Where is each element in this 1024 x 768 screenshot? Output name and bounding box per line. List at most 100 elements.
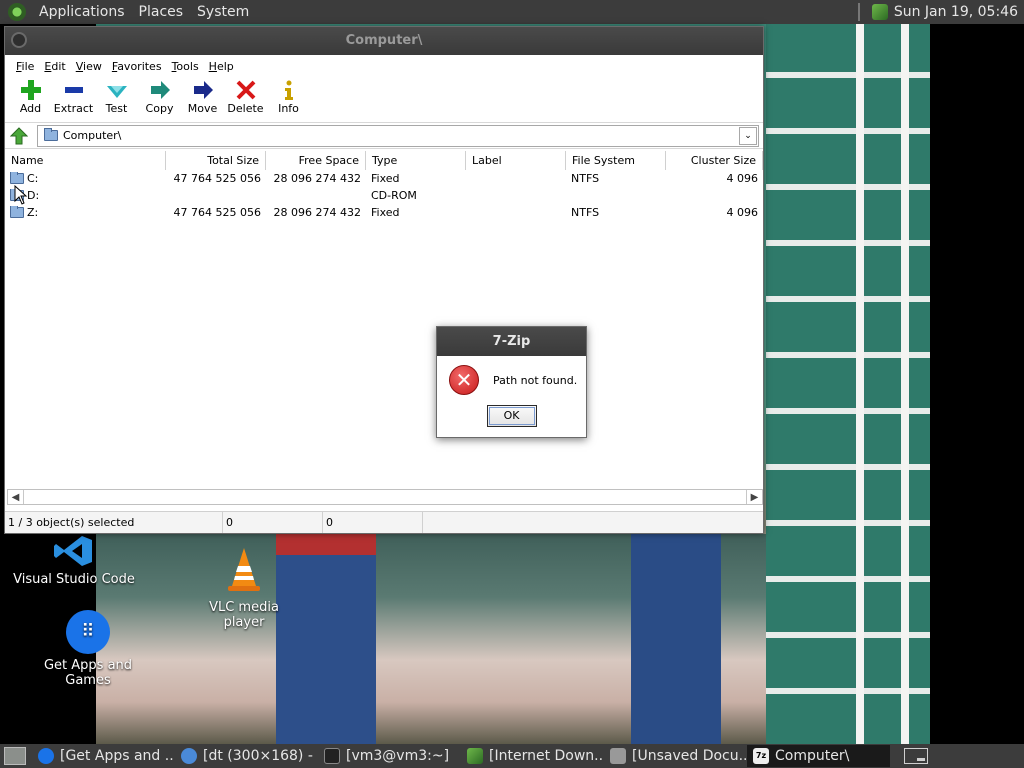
move-button[interactable]: Move — [181, 77, 224, 122]
cell-name: Z: — [27, 206, 39, 219]
toolbar-label: Extract — [53, 102, 94, 115]
table-row[interactable]: D: CD-ROM — [5, 187, 763, 204]
error-dialog: 7-Zip ✕ Path not found. OK — [436, 326, 587, 438]
desktop-icon-vlc[interactable]: VLC media player — [188, 546, 300, 630]
list-header: Name Total Size Free Space Type Label Fi… — [5, 151, 763, 170]
dialog-buttons: OK — [437, 405, 586, 427]
distro-logo-icon[interactable] — [8, 3, 26, 21]
toolbar-label: Test — [105, 102, 128, 115]
copy-arrow-icon — [149, 79, 171, 101]
delete-x-icon — [235, 79, 257, 101]
folder-icon — [44, 128, 58, 141]
info-icon — [278, 79, 300, 101]
ok-button[interactable]: OK — [486, 405, 537, 427]
dialog-body: ✕ Path not found. — [437, 356, 586, 395]
status-bar: 1 / 3 object(s) selected 0 0 — [5, 511, 763, 533]
up-arrow-icon[interactable] — [9, 126, 29, 146]
7zip-icon: 7z — [753, 748, 769, 764]
delete-button[interactable]: Delete — [224, 77, 267, 122]
minus-icon — [63, 79, 85, 101]
taskbar-item-label: [vm3@vm3:~] — [346, 748, 450, 764]
taskbar-item[interactable]: [Unsaved Docu... — [604, 745, 747, 767]
extract-button[interactable]: Extract — [52, 77, 95, 122]
column-header-name[interactable]: Name — [5, 151, 166, 170]
menu-tools[interactable]: Tools — [167, 60, 204, 73]
file-list: Name Total Size Free Space Type Label Fi… — [5, 151, 763, 487]
scroll-right-icon[interactable]: ▶ — [747, 490, 762, 504]
top-panel: Applications Places System Sun Jan 19, 0… — [0, 0, 1024, 24]
cell-cluster-size: 4 096 — [726, 172, 759, 185]
menu-edit[interactable]: Edit — [39, 60, 70, 73]
dialog-message: Path not found. — [493, 373, 578, 387]
window-titlebar[interactable]: Computer\ — [5, 27, 763, 55]
taskbar-item[interactable]: [vm3@vm3:~] — [318, 745, 461, 767]
browser-icon — [181, 748, 197, 764]
toolbar: Add Extract Test Copy Move Delete Info — [5, 77, 763, 123]
toolbar-label: Info — [278, 102, 299, 115]
address-field[interactable]: Computer\ ⌄ — [37, 124, 759, 147]
wallpaper-column — [856, 24, 864, 744]
table-row[interactable]: C: 47 764 525 056 28 096 274 432 Fixed N… — [5, 170, 763, 187]
cell-total-size: 47 764 525 056 — [173, 172, 261, 185]
taskbar-item[interactable]: [Get Apps and ... — [32, 745, 175, 767]
taskbar-item-label: [dt (300×168) - ... — [203, 748, 318, 764]
cell-type: CD-ROM — [371, 189, 417, 202]
cell-type: Fixed — [371, 206, 400, 219]
info-button[interactable]: Info — [267, 77, 310, 122]
menu-favorites[interactable]: Favorites — [107, 60, 167, 73]
scroll-track[interactable] — [23, 490, 747, 504]
test-button[interactable]: Test — [95, 77, 138, 122]
wallpaper-column — [901, 24, 909, 744]
taskbar-item-label: [Unsaved Docu... — [632, 748, 747, 764]
menu-help[interactable]: Help — [204, 60, 239, 73]
taskbar-item-active[interactable]: 7z Computer\ — [747, 745, 890, 767]
system-menu[interactable]: System — [190, 4, 256, 20]
taskbar-item-label: Computer\ — [775, 748, 850, 764]
cell-file-system: NTFS — [571, 206, 600, 219]
horizontal-scrollbar[interactable]: ◀ ▶ — [7, 489, 763, 505]
show-desktop-button[interactable] — [4, 747, 26, 765]
toolbar-label: Delete — [227, 102, 264, 115]
taskbar-item-label: [Internet Down... — [489, 748, 604, 764]
menu-view[interactable]: View — [71, 60, 107, 73]
network-icon[interactable] — [871, 4, 888, 20]
column-header-file-system[interactable]: File System — [566, 151, 666, 170]
cell-file-system: NTFS — [571, 172, 600, 185]
apps-grid-icon: ⠿ — [66, 610, 110, 654]
dialog-title[interactable]: 7-Zip — [437, 327, 586, 356]
column-header-free-space[interactable]: Free Space — [266, 151, 366, 170]
panel-separator — [857, 3, 860, 21]
column-header-label[interactable]: Label — [466, 151, 566, 170]
window-menu-button[interactable] — [11, 32, 27, 48]
scroll-left-icon[interactable]: ◀ — [8, 490, 23, 504]
bottom-taskbar: [Get Apps and ... [dt (300×168) - ... [v… — [0, 744, 1024, 768]
taskbar-item[interactable]: [Internet Down... — [461, 745, 604, 767]
window-title: Computer\ — [345, 33, 423, 48]
cell-free-space: 28 096 274 432 — [273, 172, 361, 185]
add-button[interactable]: Add — [9, 77, 52, 122]
menu-file[interactable]: File — [11, 60, 39, 73]
desktop-icon-vscode[interactable]: Visual Studio Code — [12, 534, 136, 587]
cell-cluster-size: 4 096 — [726, 206, 759, 219]
desktop-icon-label: Get Apps and Games — [43, 658, 133, 688]
status-packed: 0 — [323, 512, 423, 533]
clock[interactable]: Sun Jan 19, 05:46 — [894, 4, 1018, 20]
taskbar-item[interactable]: [dt (300×168) - ... — [175, 745, 318, 767]
table-row[interactable]: Z: 47 764 525 056 28 096 274 432 Fixed N… — [5, 204, 763, 221]
column-header-total-size[interactable]: Total Size — [166, 151, 266, 170]
top-panel-menus: Applications Places System — [0, 3, 256, 21]
status-selection: 1 / 3 object(s) selected — [5, 512, 223, 533]
cell-total-size: 47 764 525 056 — [173, 206, 261, 219]
cell-name: D: — [27, 189, 40, 202]
copy-button[interactable]: Copy — [138, 77, 181, 122]
desktop-icon-getapps[interactable]: ⠿ Get Apps and Games — [22, 610, 154, 688]
workspace-switcher[interactable] — [904, 748, 928, 764]
column-header-type[interactable]: Type — [366, 151, 466, 170]
applications-menu[interactable]: Applications — [32, 4, 132, 20]
column-header-cluster-size[interactable]: Cluster Size — [666, 151, 763, 170]
places-menu[interactable]: Places — [132, 4, 191, 20]
top-panel-tray: Sun Jan 19, 05:46 — [857, 3, 1024, 21]
chevron-down-icon[interactable]: ⌄ — [739, 126, 757, 145]
terminal-icon — [324, 748, 340, 764]
cell-free-space: 28 096 274 432 — [273, 206, 361, 219]
